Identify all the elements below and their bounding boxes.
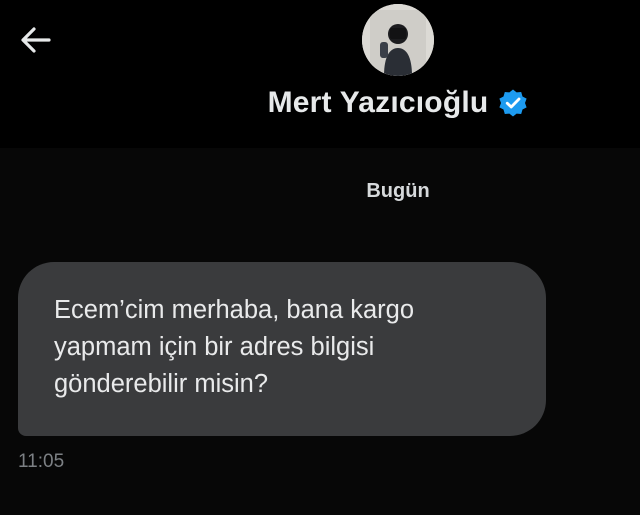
verified-badge-icon bbox=[498, 88, 528, 118]
profile-photo bbox=[362, 4, 434, 76]
chat-header: Mert Yazıcıoğlu bbox=[0, 0, 640, 148]
message-bubble[interactable]: Ecem’cim merhaba, bana kargo yapmam için… bbox=[18, 262, 546, 436]
display-name: Mert Yazıcıoğlu bbox=[267, 86, 489, 119]
avatar[interactable] bbox=[362, 4, 434, 76]
date-divider: Bugün bbox=[366, 180, 430, 202]
back-button[interactable] bbox=[14, 20, 58, 60]
message-text: Ecem’cim merhaba, bana kargo yapmam için… bbox=[54, 296, 415, 398]
message-timestamp: 11:05 bbox=[18, 451, 65, 472]
profile-name-row[interactable]: Mert Yazıcıoğlu bbox=[0, 86, 640, 120]
arrow-left-icon bbox=[21, 27, 51, 53]
